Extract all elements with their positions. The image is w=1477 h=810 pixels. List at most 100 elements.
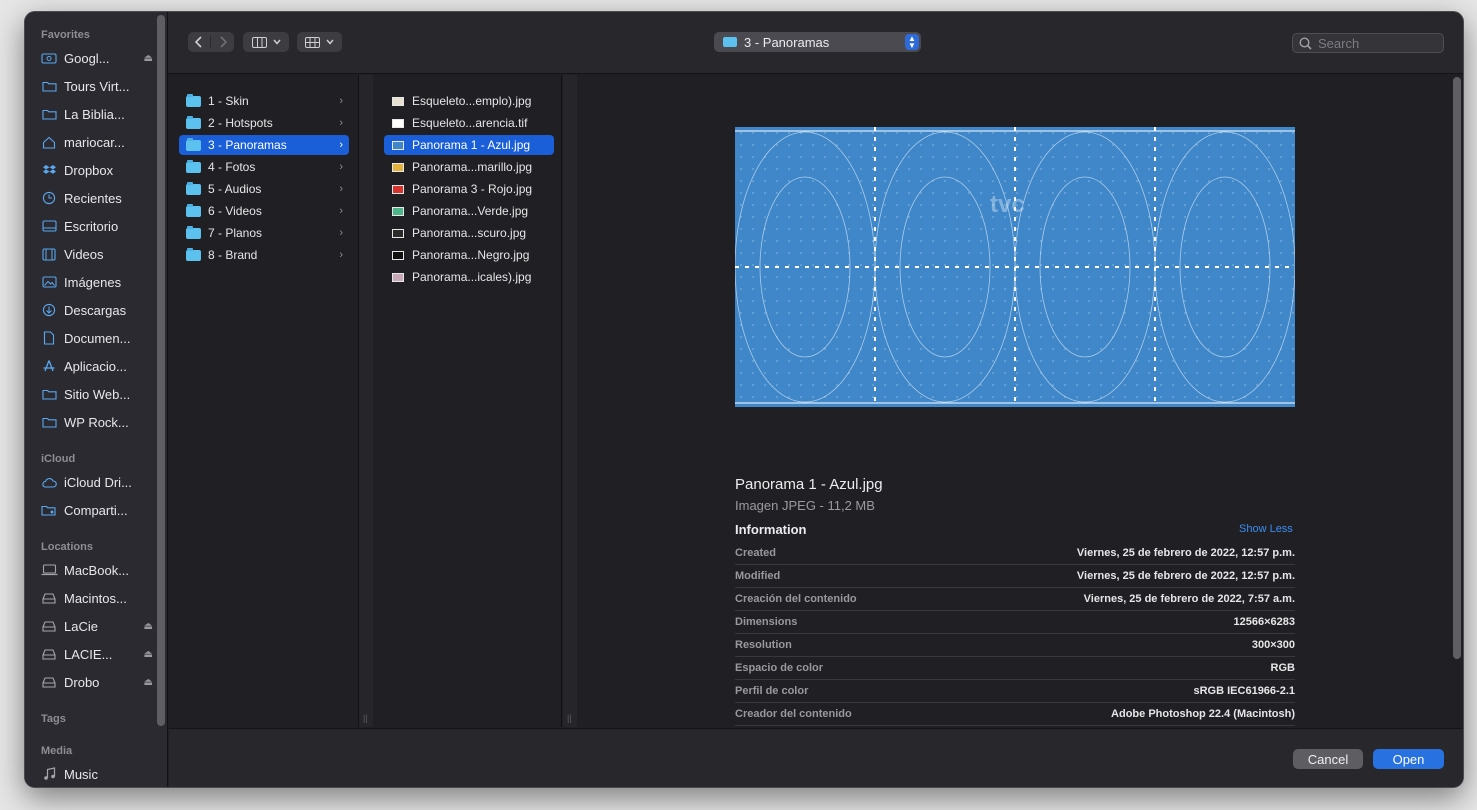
sidebar-item[interactable]: La Biblia... <box>35 103 155 125</box>
sidebar-item[interactable]: Recientes <box>35 187 155 209</box>
view-mode-button[interactable] <box>243 32 289 52</box>
column-resize-handle[interactable]: || <box>563 75 577 727</box>
search-field[interactable]: Search <box>1292 33 1444 53</box>
info-key: Espacio de color <box>735 662 824 674</box>
up-down-chevron-icon: ▲ ▼ <box>905 34 919 50</box>
file-row[interactable]: Esqueleto...emplo).jpg <box>384 91 554 111</box>
sidebar-section-favorites: Favorites <box>41 29 90 41</box>
sidebar-scrollbar[interactable] <box>157 15 165 726</box>
folder-icon <box>186 203 201 217</box>
folder-row[interactable]: 5 - Audios › <box>179 179 349 199</box>
open-button[interactable]: Open <box>1373 749 1444 769</box>
sidebar-item[interactable]: iCloud Dri... <box>35 471 155 493</box>
sidebar-item-label: Dropbox <box>64 162 114 178</box>
sidebar-item[interactable]: Drobo ⏏ <box>35 671 155 693</box>
folder-row[interactable]: 1 - Skin › <box>179 91 349 111</box>
file-row[interactable]: Panorama...Negro.jpg <box>384 245 554 265</box>
sidebar-item[interactable]: Tours Virt... <box>35 75 155 97</box>
sidebar-item[interactable]: LACIE... ⏏ <box>35 643 155 665</box>
info-row: Dimensions 12566×6283 <box>735 611 1295 634</box>
sidebar-item[interactable]: Googl... ⏏ <box>35 47 155 69</box>
eject-icon[interactable]: ⏏ <box>144 677 153 688</box>
chevron-right-icon: › <box>339 249 343 261</box>
sidebar-item-label: La Biblia... <box>64 106 125 122</box>
chevron-right-icon: › <box>339 139 343 151</box>
info-value: sRGB IEC61966-2.1 <box>1193 685 1296 697</box>
chevron-right-icon: › <box>339 95 343 107</box>
folder-icon <box>186 247 201 261</box>
disk-icon <box>40 646 58 662</box>
folder-row[interactable]: 2 - Hotspots › <box>179 113 349 133</box>
file-row[interactable]: Panorama...Verde.jpg <box>384 201 554 221</box>
chevron-right-icon: › <box>339 227 343 239</box>
show-less-link[interactable]: Show Less <box>1239 523 1293 535</box>
sidebar-item-label: Tours Virt... <box>64 78 130 94</box>
folder-row[interactable]: 3 - Panoramas › <box>179 135 349 155</box>
sidebar-item[interactable]: mariocar... <box>35 131 155 153</box>
sidebar-item[interactable]: Imágenes <box>35 271 155 293</box>
group-button[interactable] <box>297 32 342 52</box>
path-popup-button[interactable]: 3 - Panoramas ▲ ▼ <box>714 32 921 52</box>
file-label: Esqueleto...arencia.tif <box>412 116 528 130</box>
disk-icon <box>40 674 58 690</box>
file-row[interactable]: Panorama 1 - Azul.jpg <box>384 135 554 155</box>
image-thumbnail-icon <box>392 118 404 128</box>
file-row[interactable]: Panorama...icales).jpg <box>384 267 554 287</box>
sidebar-item-label: Documen... <box>64 330 131 346</box>
sidebar-item[interactable]: Macintos... <box>35 587 155 609</box>
sidebar-item[interactable]: Documen... <box>35 327 155 349</box>
file-label: Panorama 3 - Rojo.jpg <box>412 182 533 196</box>
folder-icon <box>40 414 58 430</box>
sidebar-item[interactable]: MacBook... <box>35 559 155 581</box>
chevron-left-icon <box>195 36 202 48</box>
info-value: Adobe Photoshop 22.4 (Macintosh) <box>1111 708 1295 720</box>
info-row: Created Viernes, 25 de febrero de 2022, 1… <box>735 542 1295 565</box>
sidebar-item-label: mariocar... <box>64 134 125 150</box>
chevron-right-icon: › <box>339 205 343 217</box>
sidebar-item[interactable]: WP Rock... <box>35 411 155 433</box>
preview-scrollbar[interactable] <box>1453 77 1461 659</box>
file-row[interactable]: Panorama...scuro.jpg <box>384 223 554 243</box>
sidebar-item[interactable]: Sitio Web... <box>35 383 155 405</box>
search-icon <box>1299 36 1312 50</box>
cancel-button[interactable]: Cancel <box>1293 749 1363 769</box>
chevron-right-icon: › <box>339 161 343 173</box>
back-button[interactable] <box>188 36 211 48</box>
file-row[interactable]: Esqueleto...arencia.tif <box>384 113 554 133</box>
image-thumbnail-icon <box>392 228 404 238</box>
sidebar-item-label: LACIE... <box>64 646 113 662</box>
sidebar-item[interactable]: Aplicacio... <box>35 355 155 377</box>
chevron-right-icon <box>219 36 227 48</box>
sidebar-section-locations: Locations <box>41 541 93 553</box>
image-thumbnail-icon <box>392 162 404 172</box>
folder-row[interactable]: 6 - Videos › <box>179 201 349 221</box>
sidebar-item[interactable]: Videos <box>35 243 155 265</box>
file-row[interactable]: Panorama...marillo.jpg <box>384 157 554 177</box>
sidebar-item[interactable]: Music <box>35 763 155 785</box>
folder-row[interactable]: 7 - Planos › <box>179 223 349 243</box>
sidebar-section-tags: Tags <box>41 713 66 725</box>
folder-label: 5 - Audios <box>208 182 262 196</box>
sidebar-item[interactable]: Escritorio <box>35 215 155 237</box>
eject-icon[interactable]: ⏏ <box>144 621 153 632</box>
folder-icon <box>40 78 58 94</box>
sidebar-item[interactable]: LaCie ⏏ <box>35 615 155 637</box>
sidebar-item[interactable]: Descargas <box>35 299 155 321</box>
forward-button[interactable] <box>211 36 234 48</box>
home-icon <box>40 134 58 150</box>
sidebar-item[interactable]: Dropbox <box>35 159 155 181</box>
toolbar: 3 - Panoramas ▲ ▼ Search <box>168 12 1463 74</box>
folder-icon <box>186 115 201 129</box>
folder-row[interactable]: 8 - Brand › <box>179 245 349 265</box>
folder-row[interactable]: 4 - Fotos › <box>179 157 349 177</box>
info-key: Dimensions <box>735 616 798 628</box>
eject-icon[interactable]: ⏏ <box>144 649 153 660</box>
sidebar-item[interactable]: Comparti... <box>35 499 155 521</box>
sidebar-item-label: Descargas <box>64 302 127 318</box>
file-row[interactable]: Panorama 3 - Rojo.jpg <box>384 179 554 199</box>
desktop-icon <box>40 218 58 234</box>
file-label: Esqueleto...emplo).jpg <box>412 94 532 108</box>
eject-icon[interactable]: ⏏ <box>144 53 153 64</box>
column-resize-handle[interactable]: || <box>359 75 373 727</box>
file-label: Panorama...scuro.jpg <box>412 226 527 240</box>
